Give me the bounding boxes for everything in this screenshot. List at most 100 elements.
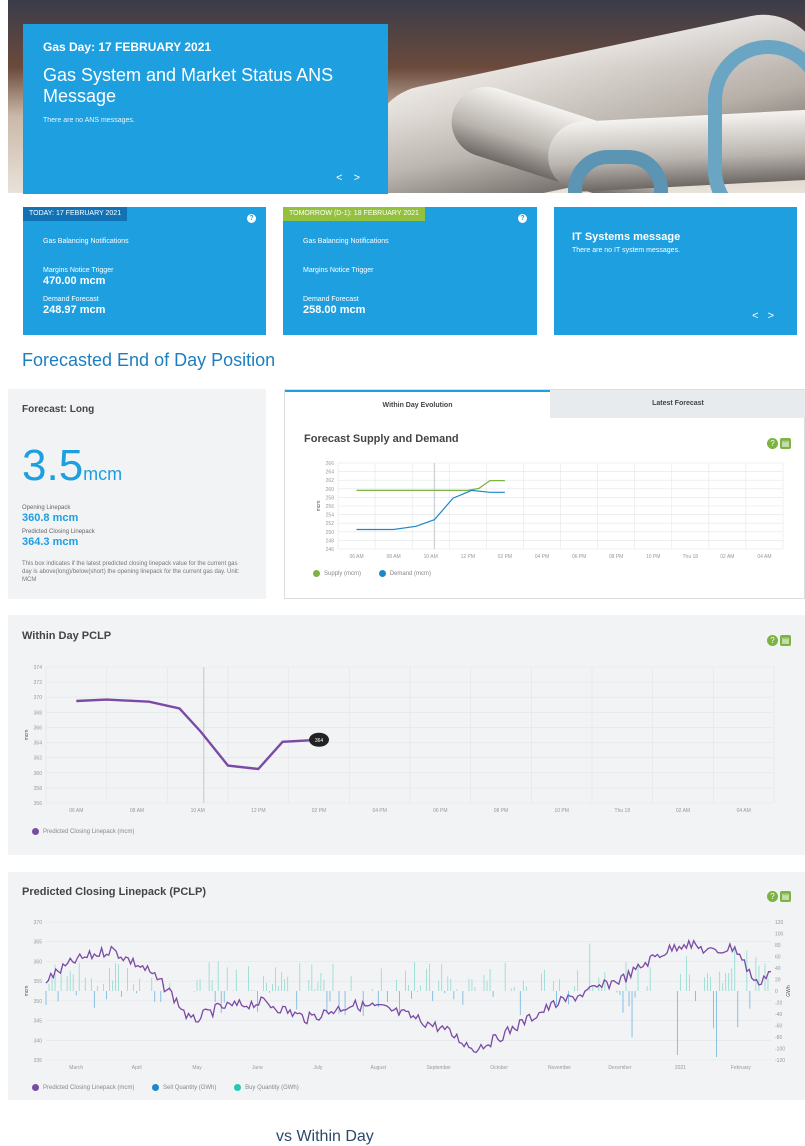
ans-title: Gas System and Market Status ANS Message (43, 65, 334, 106)
y-tick-label: 256 (326, 504, 335, 510)
margins-row: Margins Notice Trigger 470.00 mcm (43, 267, 113, 287)
chart-title: Forecast Supply and Demand (304, 433, 459, 445)
x-tick-label: 2021 (675, 1065, 686, 1071)
x-tick-label: 08 PM (494, 808, 508, 814)
y-tick-label: 365 (34, 940, 43, 946)
x-tick-label: March (69, 1065, 83, 1071)
y-tick-label: 262 (326, 478, 335, 484)
section-title: Forecasted End of Day Position (22, 350, 276, 370)
x-tick-label: 06 PM (433, 808, 447, 814)
pipe-loop-image (708, 40, 805, 193)
x-tick-label: August (371, 1065, 387, 1071)
series-line (76, 698, 320, 771)
export-icon[interactable]: ▤ (780, 891, 791, 902)
x-tick-label: 06 PM (572, 554, 586, 560)
y-tick-label: 360 (34, 959, 43, 965)
x-tick-label: 02 AM (676, 808, 690, 814)
demand-row: Demand Forecast 248.97 mcm (43, 296, 105, 316)
chart-actions: ? ▤ (765, 886, 791, 904)
tab-latest-forecast[interactable]: Latest Forecast (550, 390, 805, 418)
forecast-title: Forecast: Long (22, 404, 95, 415)
export-icon[interactable]: ▤ (780, 635, 791, 646)
x-tick-label: 06 AM (69, 808, 83, 814)
legend-label[interactable]: Sell Quantity (GWh) (163, 1085, 216, 1091)
y-right-tick-label: -40 (775, 1012, 782, 1018)
y-right-tick-label: 60 (775, 955, 781, 961)
demand-value: 248.97 mcm (43, 304, 106, 316)
x-tick-label: 08 AM (387, 554, 401, 560)
y-tick-label: 374 (34, 665, 43, 671)
demand-row: Demand Forecast 258.00 mcm (303, 296, 365, 316)
y-tick-label: 258 (326, 495, 335, 501)
question-icon[interactable]: ? (767, 438, 778, 449)
y-right-axis-label: GWh (786, 985, 792, 997)
export-icon[interactable]: ▤ (780, 438, 791, 449)
within-day-pclp-chart: 374 372 370 368 366 364 362 360 358 356 06 AM 08 AM… (24, 665, 775, 814)
y-right-tick-label: 120 (775, 920, 784, 926)
y-tick-label: 260 (326, 487, 335, 493)
margins-label: Margins Notice Trigger (303, 267, 374, 274)
y-right-tick-label: -80 (775, 1035, 782, 1041)
pclp-chart: 370 365 360 355 350 345 340 335 120 100 80 60 40 20 0 -… (24, 920, 792, 1071)
x-tick-label: Thu 18 (683, 554, 699, 560)
it-message: There are no IT system messages. (572, 247, 681, 254)
legend-label[interactable]: Predicted Closing Linepack (mcm) (43, 829, 134, 835)
chart-legend: Predicted Closing Linepack (mcm) Sell Qu… (32, 1084, 315, 1091)
legend-label[interactable]: Buy Quantity (GWh) (245, 1085, 299, 1091)
x-tick-label: July (313, 1065, 322, 1071)
legend-dot (234, 1084, 242, 1091)
gbn-label[interactable]: Gas Balancing Notifications (43, 238, 129, 245)
y-tick-label: 340 (34, 1038, 43, 1044)
tab-within-day-evolution[interactable]: Within Day Evolution (285, 390, 550, 418)
legend-dot (152, 1084, 160, 1091)
help-icon[interactable]: ? (518, 214, 527, 223)
y-right-tick-label: -120 (775, 1058, 785, 1064)
y-right-tick-label: -100 (775, 1047, 785, 1053)
supply-demand-chart: 266 264 262 260 258 256 254 252 250 248 246 06 AM 08… (316, 461, 784, 560)
question-icon[interactable]: ? (767, 891, 778, 902)
y-tick-label: 368 (34, 710, 43, 716)
carousel-arrows[interactable]: < > (752, 310, 777, 322)
closing-linepack-value: 364.3 mcm (22, 536, 79, 548)
x-tick-label: 02 PM (498, 554, 512, 560)
question-icon[interactable]: ? (767, 635, 778, 646)
y-right-tick-label: -20 (775, 1001, 782, 1007)
y-tick-label: 252 (326, 521, 335, 527)
y-tick-label: 335 (34, 1058, 43, 1064)
x-tick-label: Thu 18 (615, 808, 631, 814)
chart-actions: ? ▤ (765, 433, 791, 451)
forecast-note: This box indicates if the latest predict… (22, 561, 240, 583)
x-tick-label: May (192, 1065, 202, 1071)
y-tick-label: 355 (34, 979, 43, 985)
y-right-tick-label: 0 (775, 989, 778, 995)
y-tick-label: 350 (34, 999, 43, 1005)
y-axis-label: mcm (24, 730, 30, 741)
ans-message: There are no ANS messages. (43, 117, 135, 124)
x-tick-label: 04 AM (757, 554, 771, 560)
margins-value: 470.00 mcm (43, 275, 106, 287)
y-tick-label: 370 (34, 920, 43, 926)
help-icon[interactable]: ? (247, 214, 256, 223)
legend-label[interactable]: Demand (mcm) (390, 571, 431, 577)
x-tick-label: November (548, 1065, 571, 1071)
demand-label: Demand Forecast (43, 296, 99, 303)
x-tick-label: 10 PM (646, 554, 660, 560)
y-tick-label: 246 (326, 547, 335, 553)
demand-label: Demand Forecast (303, 296, 359, 303)
today-tag: TODAY: 17 FEBRUARY 2021 (23, 207, 128, 221)
legend-label[interactable]: Supply (mcm) (324, 571, 361, 577)
chart-legend: Predicted Closing Linepack (mcm) (32, 828, 150, 835)
legend-dot (32, 1084, 39, 1091)
x-tick-label: 12 PM (461, 554, 475, 560)
x-tick-label: 06 AM (349, 554, 363, 560)
legend-label[interactable]: Predicted Closing Linepack (mcm) (43, 1085, 134, 1091)
y-axis-label: mcm (316, 501, 322, 512)
carousel-arrows[interactable]: < > (336, 172, 364, 184)
gbn-label[interactable]: Gas Balancing Notifications (303, 238, 389, 245)
x-tick-label: 10 PM (554, 808, 568, 814)
y-tick-label: 366 (34, 725, 43, 731)
ans-message-card: Gas Day: 17 FEBRUARY 2021 Gas System and… (23, 24, 388, 194)
y-right-tick-label: 80 (775, 943, 781, 949)
closing-linepack-label: Predicted Closing Linepack (22, 529, 95, 535)
y-tick-label: 264 (326, 470, 335, 476)
